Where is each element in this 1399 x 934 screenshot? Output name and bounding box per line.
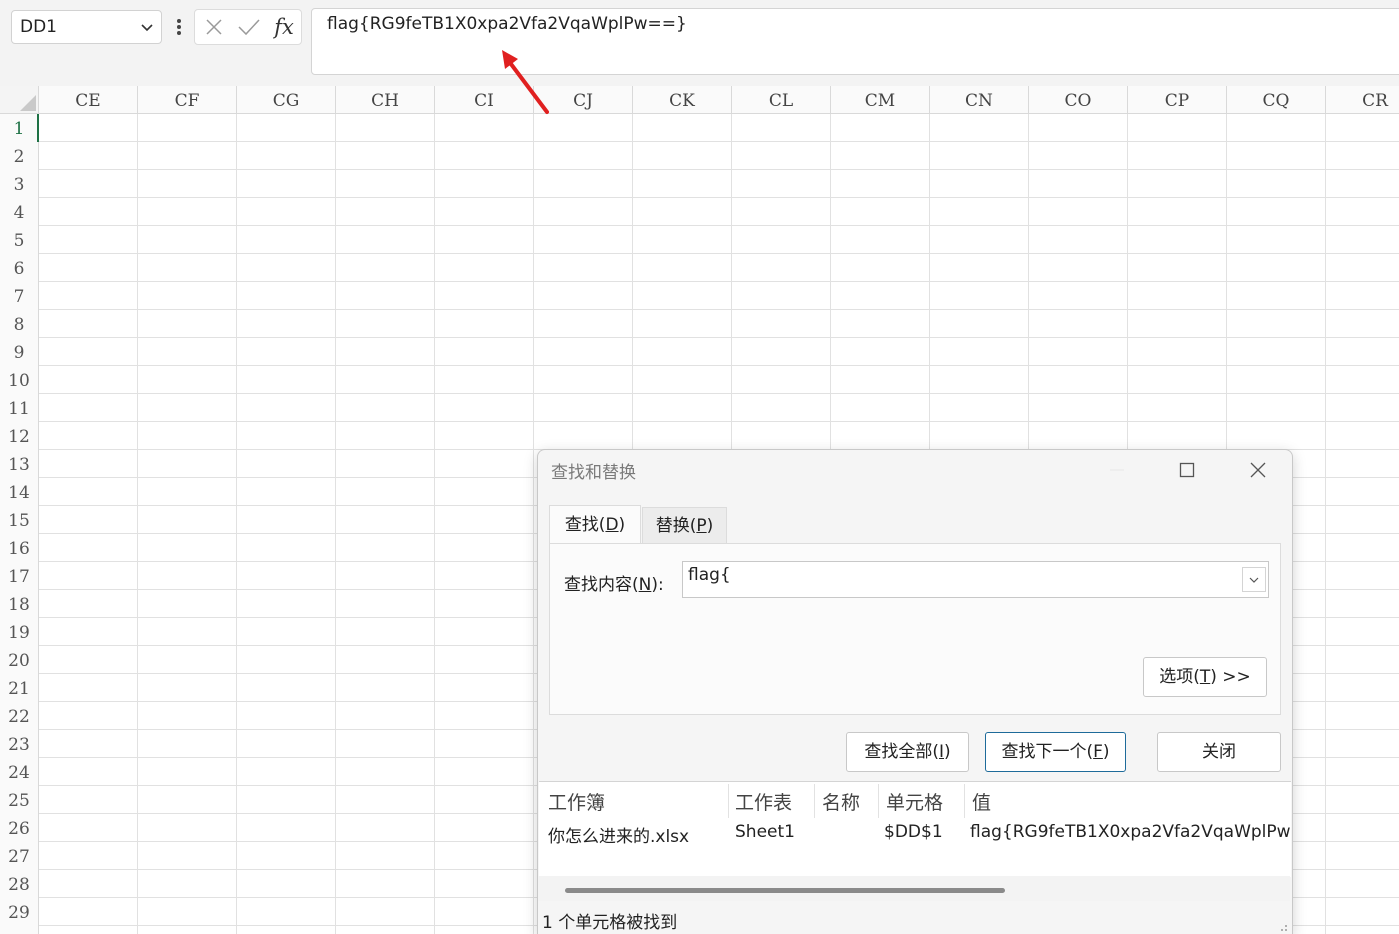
- dialog-close-x-button[interactable]: [1235, 450, 1281, 490]
- fx-icon: fx: [274, 15, 294, 39]
- results-header-name[interactable]: 名称: [822, 788, 860, 815]
- find-replace-dialog: 查找和替换 查找(D) 替换(P) 查找内容(N): flag{选项(T) >…: [537, 449, 1293, 934]
- tab-replace[interactable]: 替换(P): [642, 507, 727, 543]
- column-header-row: CE CF CG CH CI CJ CK CL CM CN CO CP CQ CR: [0, 86, 1399, 114]
- row-header[interactable]: 11: [0, 394, 38, 422]
- annotation-arrow-icon: [502, 50, 549, 114]
- column-header[interactable]: CQ: [1227, 86, 1326, 113]
- dialog-title: 查找和替换: [551, 463, 636, 483]
- find-all-button[interactable]: 查找全部(I): [846, 732, 969, 772]
- select-all-triangle-icon: [20, 95, 36, 111]
- maximize-icon: [1179, 462, 1195, 478]
- row-header[interactable]: 27: [0, 842, 38, 870]
- row-header[interactable]: 19: [0, 618, 38, 646]
- row-header[interactable]: 16: [0, 534, 38, 562]
- select-all-corner[interactable]: [0, 86, 39, 113]
- results-header-value[interactable]: 值: [972, 788, 991, 815]
- column-divider: [814, 784, 815, 818]
- column-header[interactable]: CM: [831, 86, 930, 113]
- formula-input[interactable]: flag{RG9feTB1X0xpa2Vfa2VqaWplPw==}: [311, 8, 1399, 75]
- row-header[interactable]: 2: [0, 142, 38, 170]
- find-history-dropdown[interactable]: [1242, 567, 1266, 592]
- row-header[interactable]: 7: [0, 282, 38, 310]
- column-header[interactable]: CH: [336, 86, 435, 113]
- row-header[interactable]: 18: [0, 590, 38, 618]
- column-divider: [878, 784, 879, 818]
- result-workbook: 你怎么进来的.xlsx: [548, 827, 690, 847]
- row-header[interactable]: 21: [0, 674, 38, 702]
- formula-buttons: fx: [194, 9, 302, 45]
- results-horizontal-scrollbar[interactable]: [538, 876, 1290, 901]
- column-header[interactable]: CL: [732, 86, 831, 113]
- cancel-button[interactable]: [197, 10, 231, 44]
- column-header[interactable]: CF: [138, 86, 237, 113]
- close-button[interactable]: 关闭: [1157, 732, 1281, 772]
- row-header[interactable]: 15: [0, 506, 38, 534]
- find-next-button[interactable]: 查找下一个(F): [985, 732, 1126, 772]
- close-icon: [1250, 462, 1266, 478]
- find-what-input[interactable]: flag{: [682, 561, 1269, 598]
- find-what-label: 查找内容(N):: [564, 575, 664, 595]
- row-header[interactable]: 28: [0, 870, 38, 898]
- column-divider: [728, 784, 729, 818]
- scrollbar-thumb[interactable]: [565, 888, 1005, 893]
- row-header-column: 1 2 3 4 5 6 7 8 9 10 11 12 13 14 15 16 17 18 19 20 21 22 23 24 2…: [0, 114, 39, 934]
- row-header[interactable]: 10: [0, 366, 38, 394]
- column-header[interactable]: CP: [1128, 86, 1227, 113]
- minimize-icon: [1110, 469, 1124, 471]
- column-header[interactable]: CK: [633, 86, 732, 113]
- column-header[interactable]: CO: [1029, 86, 1128, 113]
- formula-text: flag{RG9feTB1X0xpa2Vfa2VqaWplPw==}: [327, 14, 687, 34]
- name-box[interactable]: DD1: [11, 10, 162, 44]
- row-header[interactable]: 4: [0, 198, 38, 226]
- tab-find[interactable]: 查找(D): [549, 505, 641, 543]
- row-header[interactable]: 22: [0, 702, 38, 730]
- close-icon: [206, 19, 222, 35]
- name-box-value: DD1: [20, 17, 57, 37]
- row-header[interactable]: 29: [0, 898, 38, 926]
- result-cell: $DD$1: [884, 822, 943, 842]
- chevron-down-icon[interactable]: [139, 19, 155, 35]
- enter-button[interactable]: [232, 10, 266, 44]
- formula-bar-area: DD1 fx flag{RG9feTB1X0xpa2Vfa2VqaWplPw==…: [0, 0, 1399, 86]
- row-header[interactable]: 1: [0, 114, 39, 142]
- row-header[interactable]: 12: [0, 422, 38, 450]
- row-header[interactable]: 25: [0, 786, 38, 814]
- row-header[interactable]: 6: [0, 254, 38, 282]
- check-icon: [238, 19, 260, 36]
- results-header-cell[interactable]: 单元格: [886, 788, 943, 815]
- more-options-icon[interactable]: [172, 12, 186, 40]
- chevron-down-icon: [1249, 577, 1259, 583]
- row-header[interactable]: 5: [0, 226, 38, 254]
- row-header[interactable]: 20: [0, 646, 38, 674]
- status-text: 1 个单元格被找到: [542, 913, 678, 933]
- find-what-value: flag{: [688, 565, 731, 585]
- row-header[interactable]: 26: [0, 814, 38, 842]
- column-header[interactable]: CN: [930, 86, 1029, 113]
- column-header[interactable]: CE: [39, 86, 138, 113]
- result-value: flag{RG9feTB1X0xpa2Vfa2VqaWplPw==}: [970, 822, 1290, 842]
- results-list[interactable]: 工作簿 工作表 名称 单元格 值 你怎么进来的.xlsx Sheet1 $DD$…: [539, 781, 1291, 877]
- row-header[interactable]: 23: [0, 730, 38, 758]
- find-tab-panel: 查找内容(N): flag{ 选项(T) >>: [549, 543, 1281, 715]
- resize-grip-icon[interactable]: [1276, 920, 1288, 932]
- result-sheet: Sheet1: [735, 822, 795, 842]
- row-header[interactable]: 17: [0, 562, 38, 590]
- row-header[interactable]: 8: [0, 310, 38, 338]
- row-header[interactable]: 3: [0, 170, 38, 198]
- options-button[interactable]: 选项(T) >>: [1143, 657, 1267, 697]
- column-header[interactable]: CR: [1326, 86, 1399, 113]
- results-header-sheet[interactable]: 工作表: [735, 788, 792, 815]
- column-divider: [964, 784, 965, 818]
- row-header[interactable]: 9: [0, 338, 38, 366]
- maximize-button[interactable]: [1164, 450, 1210, 490]
- row-header[interactable]: 14: [0, 478, 38, 506]
- row-header[interactable]: 13: [0, 450, 38, 478]
- results-header-workbook[interactable]: 工作簿: [548, 788, 605, 815]
- row-header[interactable]: 24: [0, 758, 38, 786]
- insert-function-button[interactable]: fx: [267, 10, 301, 44]
- column-header[interactable]: CG: [237, 86, 336, 113]
- minimize-button[interactable]: [1094, 450, 1140, 490]
